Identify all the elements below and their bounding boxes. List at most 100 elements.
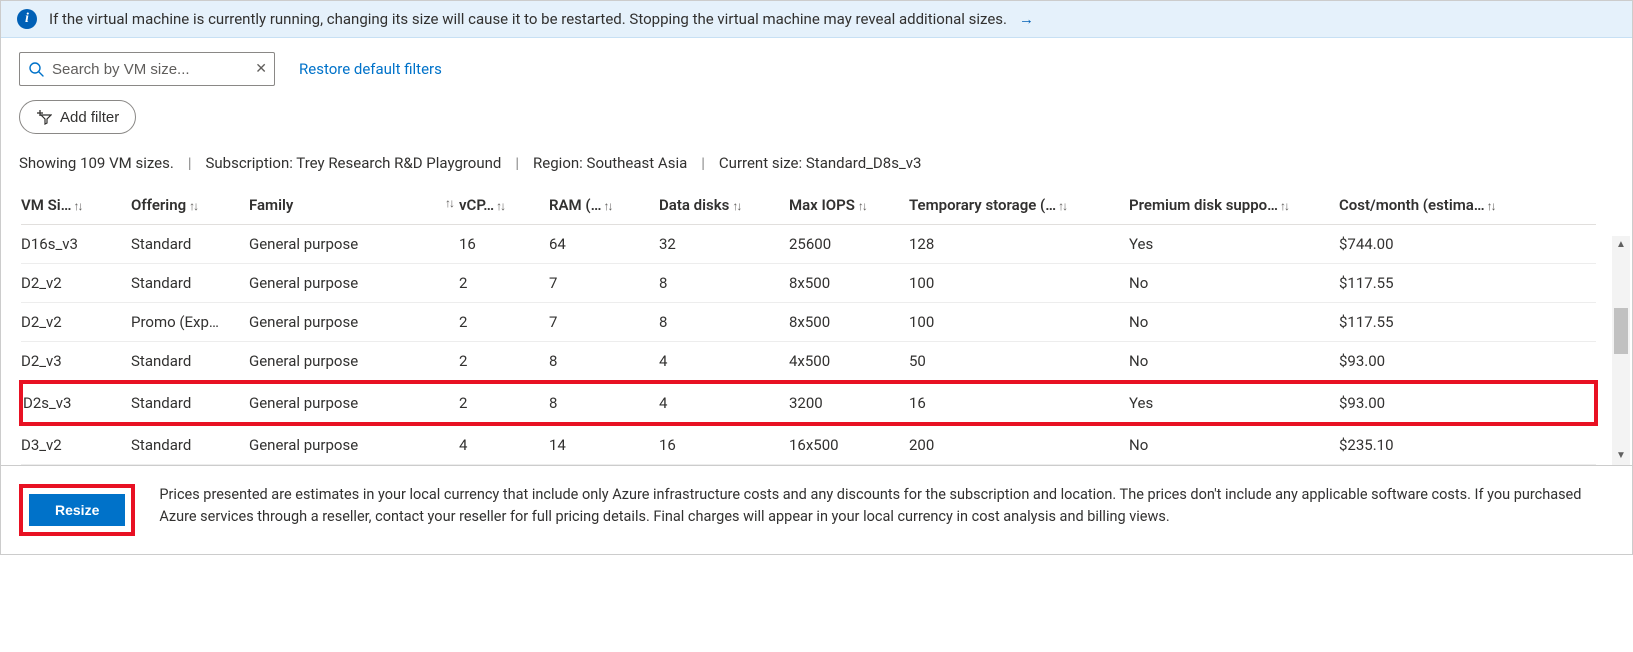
cell-temp-storage: 128 (909, 225, 1129, 264)
cell-max-iops: 4x500 (789, 342, 909, 383)
sort-icon: ↑↓ (1058, 199, 1066, 213)
cell-vcpus: 4 (459, 424, 549, 465)
table-row[interactable]: D3_v2StandardGeneral purpose4141616x5002… (21, 424, 1596, 465)
subscription-info: Subscription: Trey Research R&D Playgrou… (205, 154, 501, 172)
cell-offering: Standard (131, 382, 249, 424)
info-banner: i If the virtual machine is currently ru… (1, 1, 1632, 38)
search-input[interactable] (19, 52, 275, 86)
cell-premium-disk: Yes (1129, 225, 1339, 264)
sort-icon: ↑↓ (496, 199, 504, 213)
resize-button[interactable]: Resize (29, 494, 125, 526)
cell-max-iops: 16x500 (789, 424, 909, 465)
sort-icon: ↑↓ (445, 196, 453, 210)
table-header-row: VM Si…↑↓ Offering ↑↓ Family↑↓ vCP…↑↓ RAM… (21, 186, 1596, 225)
col-vcpus[interactable]: vCP…↑↓ (459, 186, 549, 225)
cell-temp-storage: 100 (909, 264, 1129, 303)
clear-search-icon[interactable]: ✕ (255, 61, 267, 77)
col-premium-disk[interactable]: Premium disk suppo…↑↓ (1129, 186, 1339, 225)
showing-count: Showing 109 VM sizes. (19, 154, 174, 172)
cell-max-iops: 8x500 (789, 264, 909, 303)
cell-ram: 8 (549, 342, 659, 383)
cell-temp-storage: 100 (909, 303, 1129, 342)
current-size-info: Current size: Standard_D8s_v3 (719, 154, 922, 172)
sort-icon: ↑↓ (74, 199, 82, 213)
col-offering[interactable]: Offering ↑↓ (131, 186, 249, 225)
info-banner-text: If the virtual machine is currently runn… (49, 10, 1007, 28)
cell-offering: Promo (Exp… (131, 303, 249, 342)
scrollbar-thumb[interactable] (1614, 308, 1628, 354)
info-banner-link-arrow[interactable]: → (1019, 10, 1034, 28)
status-separator: | (701, 154, 705, 172)
table-row[interactable]: D2s_v3StandardGeneral purpose284320016Ye… (21, 382, 1596, 424)
cell-data-disks: 4 (659, 342, 789, 383)
restore-default-filters-link[interactable]: Restore default filters (299, 60, 442, 78)
cell-ram: 8 (549, 382, 659, 424)
sort-icon: ↑↓ (731, 199, 740, 213)
col-ram[interactable]: RAM (…↑↓ (549, 186, 659, 225)
status-separator: | (515, 154, 519, 172)
cell-family: General purpose (249, 342, 459, 383)
cell-vm-size: D2s_v3 (21, 382, 131, 424)
vm-size-table: VM Si…↑↓ Offering ↑↓ Family↑↓ vCP…↑↓ RAM… (19, 186, 1598, 465)
col-temp-storage[interactable]: Temporary storage (…↑↓ (909, 186, 1129, 225)
cell-max-iops: 3200 (789, 382, 909, 424)
cell-vcpus: 16 (459, 225, 549, 264)
cell-temp-storage: 200 (909, 424, 1129, 465)
col-max-iops[interactable]: Max IOPS ↑↓ (789, 186, 909, 225)
sort-icon: ↑↓ (1487, 199, 1495, 213)
pricing-disclaimer: Prices presented are estimates in your l… (159, 484, 1614, 528)
cell-premium-disk: No (1129, 303, 1339, 342)
sort-icon: ↑↓ (857, 199, 866, 213)
cell-offering: Standard (131, 424, 249, 465)
cell-family: General purpose (249, 264, 459, 303)
resize-button-highlight: Resize (19, 484, 135, 536)
table-row[interactable]: D2_v2StandardGeneral purpose2788x500100N… (21, 264, 1596, 303)
cell-data-disks: 8 (659, 264, 789, 303)
scroll-down-icon[interactable]: ▼ (1616, 447, 1626, 465)
cell-ram: 14 (549, 424, 659, 465)
cell-cost: $235.10 (1339, 424, 1596, 465)
scrollbar-track[interactable] (1612, 254, 1630, 447)
table-row[interactable]: D16s_v3StandardGeneral purpose1664322560… (21, 225, 1596, 264)
cell-premium-disk: No (1129, 264, 1339, 303)
cell-cost: $744.00 (1339, 225, 1596, 264)
cell-cost: $93.00 (1339, 382, 1596, 424)
cell-vm-size: D2_v3 (21, 342, 131, 383)
cell-offering: Standard (131, 342, 249, 383)
cell-family: General purpose (249, 382, 459, 424)
scroll-up-icon[interactable]: ▲ (1616, 236, 1626, 254)
vm-size-table-wrapper: VM Si…↑↓ Offering ↑↓ Family↑↓ vCP…↑↓ RAM… (1, 186, 1632, 465)
region-info: Region: Southeast Asia (533, 154, 687, 172)
col-data-disks[interactable]: Data disks ↑↓ (659, 186, 789, 225)
cell-offering: Standard (131, 264, 249, 303)
add-filter-icon (36, 109, 52, 125)
table-row[interactable]: D2_v3StandardGeneral purpose2844x50050No… (21, 342, 1596, 383)
scrollbar[interactable]: ▲ ▼ (1612, 236, 1630, 465)
cell-family: General purpose (249, 303, 459, 342)
footer: Resize Prices presented are estimates in… (1, 465, 1632, 554)
table-row[interactable]: D2_v2Promo (Exp…General purpose2788x5001… (21, 303, 1596, 342)
sort-icon: ↑↓ (603, 199, 611, 213)
cell-family: General purpose (249, 225, 459, 264)
vm-size-page: i If the virtual machine is currently ru… (0, 0, 1633, 555)
status-line: Showing 109 VM sizes. | Subscription: Tr… (1, 150, 1632, 186)
cell-data-disks: 8 (659, 303, 789, 342)
cell-vm-size: D16s_v3 (21, 225, 131, 264)
cell-family: General purpose (249, 424, 459, 465)
toolbar-row-filters: Add filter (1, 96, 1632, 150)
sort-icon: ↑↓ (1280, 199, 1288, 213)
col-family[interactable]: Family↑↓ (249, 186, 459, 225)
cell-cost: $117.55 (1339, 303, 1596, 342)
sort-icon: ↑↓ (188, 199, 197, 213)
add-filter-button[interactable]: Add filter (19, 100, 136, 134)
cell-temp-storage: 50 (909, 342, 1129, 383)
cell-vcpus: 2 (459, 342, 549, 383)
col-vm-size[interactable]: VM Si…↑↓ (21, 186, 131, 225)
cell-vcpus: 2 (459, 382, 549, 424)
cell-data-disks: 32 (659, 225, 789, 264)
cell-premium-disk: Yes (1129, 382, 1339, 424)
cell-data-disks: 16 (659, 424, 789, 465)
col-cost[interactable]: Cost/month (estima…↑↓ (1339, 186, 1596, 225)
cell-ram: 64 (549, 225, 659, 264)
status-separator: | (188, 154, 192, 172)
